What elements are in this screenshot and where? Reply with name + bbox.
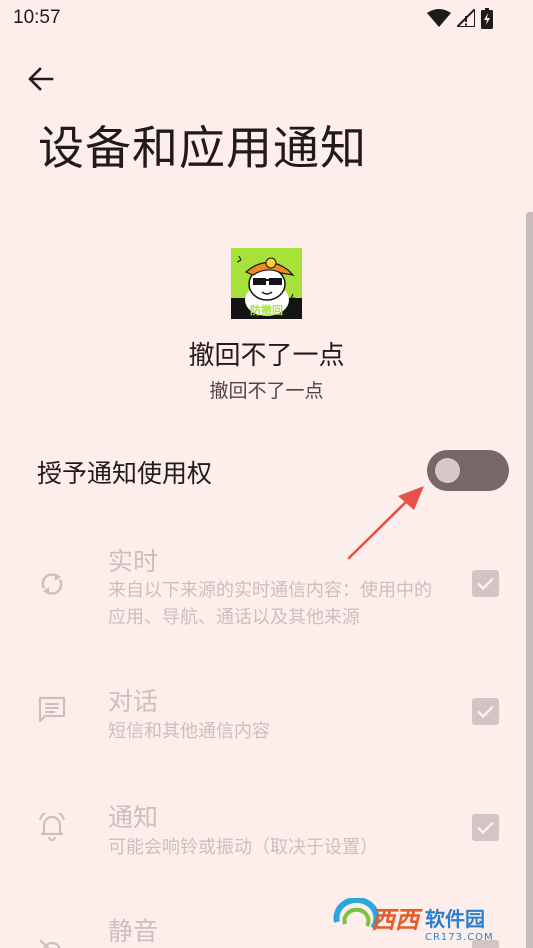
option-checkbox[interactable]	[472, 570, 499, 597]
back-button[interactable]	[22, 60, 60, 98]
check-icon	[477, 577, 494, 591]
watermark-logo: 西西 软件园 CR173.COM	[333, 896, 513, 943]
grant-access-toggle[interactable]	[427, 450, 509, 491]
option-title: 通知	[108, 803, 159, 832]
toggle-knob	[435, 458, 460, 483]
battery-icon	[481, 7, 493, 29]
app-icon-badge: 防撤回	[250, 304, 283, 317]
check-icon	[477, 821, 494, 835]
option-description: 可能会响铃或振动（取决于设置）	[108, 837, 378, 858]
app-name: 撤回不了一点	[188, 341, 345, 371]
svg-text:软件园: 软件园	[425, 907, 485, 931]
option-title: 对话	[108, 687, 159, 716]
option-title: 静音	[108, 917, 159, 946]
app-icon: 防撤回	[231, 248, 302, 319]
option-checkbox[interactable]	[472, 814, 499, 841]
chat-icon	[38, 696, 66, 723]
wifi-icon	[427, 9, 451, 27]
mute-icon	[39, 939, 61, 948]
grant-access-label: 授予通知使用权	[37, 459, 213, 488]
option-notification: 通知 可能会响铃或振动（取决于设置）	[0, 796, 526, 866]
option-title: 实时	[108, 547, 159, 576]
option-description: 短信和其他通信内容	[108, 721, 270, 742]
signal-icon	[457, 9, 475, 27]
option-realtime: 实时 来自以下来源的实时通信内容：使用中的应用、导航、通话以及其他来源	[0, 540, 526, 640]
svg-text:CR173.COM: CR173.COM	[425, 932, 494, 942]
scrollbar[interactable]	[526, 212, 533, 948]
check-icon	[477, 705, 494, 719]
sync-icon	[41, 573, 63, 595]
bell-icon	[39, 812, 65, 842]
arrow-back-icon	[28, 67, 54, 91]
svg-text:西西: 西西	[371, 906, 423, 934]
page-title: 设备和应用通知	[38, 121, 367, 175]
status-icons	[427, 7, 493, 29]
option-conversation: 对话 短信和其他通信内容	[0, 680, 526, 750]
grant-access-row[interactable]: 授予通知使用权	[0, 440, 526, 502]
status-bar: 10:57	[0, 0, 533, 36]
option-description: 来自以下来源的实时通信内容：使用中的应用、导航、通话以及其他来源	[108, 580, 432, 628]
option-checkbox[interactable]	[472, 698, 499, 725]
app-subtitle: 撤回不了一点	[209, 380, 324, 402]
status-time: 10:57	[13, 7, 61, 28]
